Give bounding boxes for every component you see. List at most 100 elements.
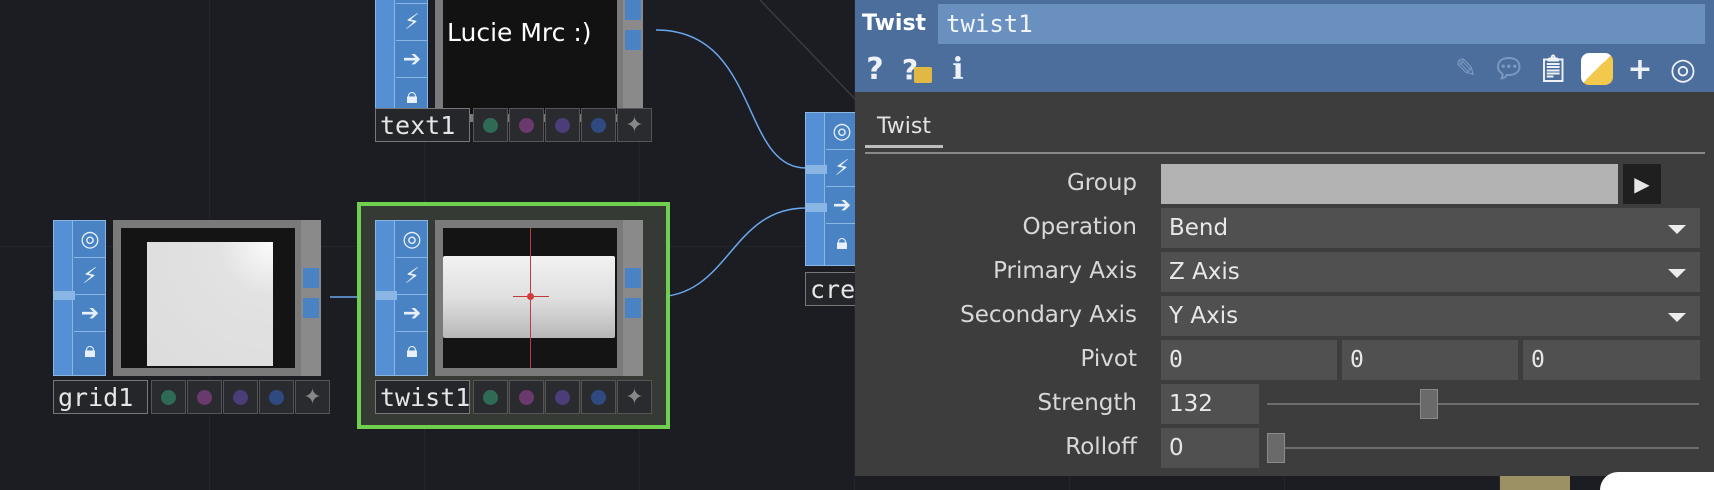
grid-preview bbox=[147, 242, 273, 366]
output-connector[interactable] bbox=[625, 30, 641, 50]
node-label[interactable]: cre bbox=[805, 272, 860, 306]
strength-slider-track[interactable] bbox=[1267, 403, 1699, 405]
node-label[interactable]: grid1 bbox=[53, 380, 148, 414]
operator-type-label: Twist bbox=[862, 11, 927, 36]
flag-button[interactable] bbox=[509, 380, 544, 414]
node-flags-strip[interactable]: ◎ ⚡ ➔ 🔒︎ bbox=[53, 220, 106, 376]
cook-icon[interactable]: ◎ bbox=[402, 227, 421, 252]
param-pivot-label: Pivot bbox=[1080, 346, 1137, 372]
flag-button[interactable] bbox=[259, 380, 294, 414]
flag-button[interactable] bbox=[545, 108, 580, 142]
node-outputs bbox=[623, 0, 643, 122]
flag-button[interactable] bbox=[581, 380, 616, 414]
node-flags-strip[interactable]: ◎ ⚡ ➔ 🔒︎ bbox=[805, 112, 858, 266]
node-viewer: Lucie Mrc :) bbox=[435, 0, 623, 122]
node-viewer bbox=[113, 220, 301, 376]
play-arrow-icon: ▶ bbox=[1634, 172, 1650, 196]
param-primary-axis-label: Primary Axis bbox=[993, 258, 1137, 284]
panel-header: Twist twist1 ? ? i ✎ 💬︎ 📋︎ + ◎ bbox=[855, 0, 1714, 92]
node-label[interactable]: twist1 bbox=[375, 380, 470, 414]
flag-button[interactable]: ✦ bbox=[295, 380, 330, 414]
help-icon[interactable]: ? bbox=[861, 50, 889, 88]
param-group-label: Group bbox=[1066, 170, 1137, 196]
pivot-x-field[interactable]: 0 bbox=[1161, 340, 1337, 380]
param-rolloff-label: Rolloff bbox=[1065, 434, 1137, 460]
rolloff-slider-thumb[interactable] bbox=[1267, 433, 1285, 463]
node-flags-strip[interactable]: ◎ ⚡ ➔ 🔒︎ bbox=[375, 0, 428, 122]
flag-button[interactable] bbox=[151, 380, 186, 414]
pivot-y-field[interactable]: 0 bbox=[1342, 340, 1518, 380]
cook-icon[interactable]: ◎ bbox=[832, 119, 851, 144]
add-icon[interactable]: + bbox=[1623, 50, 1657, 88]
arrow-icon[interactable]: ➔ bbox=[403, 47, 421, 72]
target-icon[interactable]: ◎ bbox=[1665, 50, 1701, 88]
node-outputs bbox=[301, 220, 321, 376]
flag-button[interactable] bbox=[473, 108, 508, 142]
arrow-icon[interactable]: ➔ bbox=[81, 301, 99, 326]
chevron-down-icon bbox=[1668, 225, 1686, 234]
output-connector[interactable] bbox=[303, 298, 319, 318]
group-field[interactable] bbox=[1161, 164, 1618, 204]
operation-value: Bend bbox=[1169, 215, 1229, 241]
hidden-node-fragment bbox=[1600, 472, 1714, 490]
rolloff-field[interactable]: 0 bbox=[1161, 428, 1259, 468]
output-connector[interactable] bbox=[625, 268, 641, 288]
node-name-field[interactable]: twist1 bbox=[938, 4, 1705, 44]
node-outputs bbox=[623, 220, 643, 376]
flag-button[interactable] bbox=[509, 108, 544, 142]
output-connector[interactable] bbox=[625, 298, 641, 318]
comment-icon[interactable]: 💬︎ bbox=[1491, 50, 1527, 88]
operator-help-icon[interactable]: ? bbox=[897, 50, 937, 88]
clipboard-icon[interactable]: 📋︎ bbox=[1535, 50, 1571, 88]
arrow-icon[interactable]: ➔ bbox=[403, 301, 421, 326]
node-flags: ✦ bbox=[473, 108, 653, 142]
arrow-icon[interactable]: ➔ bbox=[833, 193, 851, 218]
flag-button[interactable] bbox=[473, 380, 508, 414]
bypass-icon[interactable]: ⚡ bbox=[404, 264, 419, 289]
chevron-down-icon bbox=[1668, 313, 1686, 322]
operation-dropdown[interactable]: Bend bbox=[1161, 208, 1700, 248]
crosshair-dot bbox=[527, 293, 534, 300]
flag-button[interactable]: ✦ bbox=[617, 108, 652, 142]
strength-slider-thumb[interactable] bbox=[1420, 389, 1438, 419]
param-secondary-axis-label: Secondary Axis bbox=[960, 302, 1137, 328]
node-flags-strip[interactable]: ◎ ⚡ ➔ 🔒︎ bbox=[375, 220, 428, 376]
strength-field[interactable]: 132 bbox=[1161, 384, 1259, 424]
pivot-z-field[interactable]: 0 bbox=[1523, 340, 1700, 380]
flag-button[interactable] bbox=[223, 380, 258, 414]
secondary-axis-dropdown[interactable]: Y Axis bbox=[1161, 296, 1700, 336]
edit-icon[interactable]: ✎ bbox=[1449, 50, 1483, 88]
flag-button[interactable]: ✦ bbox=[617, 380, 652, 414]
primary-axis-dropdown[interactable]: Z Axis bbox=[1161, 252, 1700, 292]
primary-axis-value: Z Axis bbox=[1169, 259, 1240, 285]
info-icon[interactable]: i bbox=[947, 50, 969, 88]
lock-icon[interactable]: 🔒︎ bbox=[836, 230, 848, 255]
rolloff-slider-track[interactable] bbox=[1267, 447, 1699, 449]
bypass-icon[interactable]: ⚡ bbox=[82, 264, 97, 289]
output-connector[interactable] bbox=[303, 268, 319, 288]
bypass-icon[interactable]: ⚡ bbox=[834, 156, 849, 181]
flag-button[interactable] bbox=[545, 380, 580, 414]
preview-text: Lucie Mrc :) bbox=[447, 18, 592, 47]
param-operation-label: Operation bbox=[1022, 214, 1137, 240]
hidden-node-fragment bbox=[1500, 476, 1570, 490]
group-menu-button[interactable]: ▶ bbox=[1623, 164, 1661, 204]
python-icon[interactable] bbox=[1579, 50, 1615, 88]
node-flags: ✦ bbox=[151, 380, 331, 414]
lock-icon[interactable]: 🔒︎ bbox=[406, 338, 418, 363]
flag-button[interactable] bbox=[187, 380, 222, 414]
node-label[interactable]: text1 bbox=[375, 108, 470, 142]
node-viewer bbox=[435, 220, 623, 376]
tab-twist[interactable]: Twist bbox=[865, 110, 943, 148]
lock-icon[interactable]: 🔒︎ bbox=[84, 338, 96, 363]
node-flags: ✦ bbox=[473, 380, 653, 414]
bypass-icon[interactable]: ⚡ bbox=[404, 10, 419, 35]
cook-icon[interactable]: ◎ bbox=[80, 227, 99, 252]
output-connector[interactable] bbox=[625, 0, 641, 20]
flag-button[interactable] bbox=[581, 108, 616, 142]
tab-divider bbox=[865, 152, 1705, 154]
lock-icon[interactable]: 🔒︎ bbox=[406, 84, 418, 109]
param-strength-label: Strength bbox=[1037, 390, 1138, 416]
secondary-axis-value: Y Axis bbox=[1169, 303, 1239, 329]
chevron-down-icon bbox=[1668, 269, 1686, 278]
